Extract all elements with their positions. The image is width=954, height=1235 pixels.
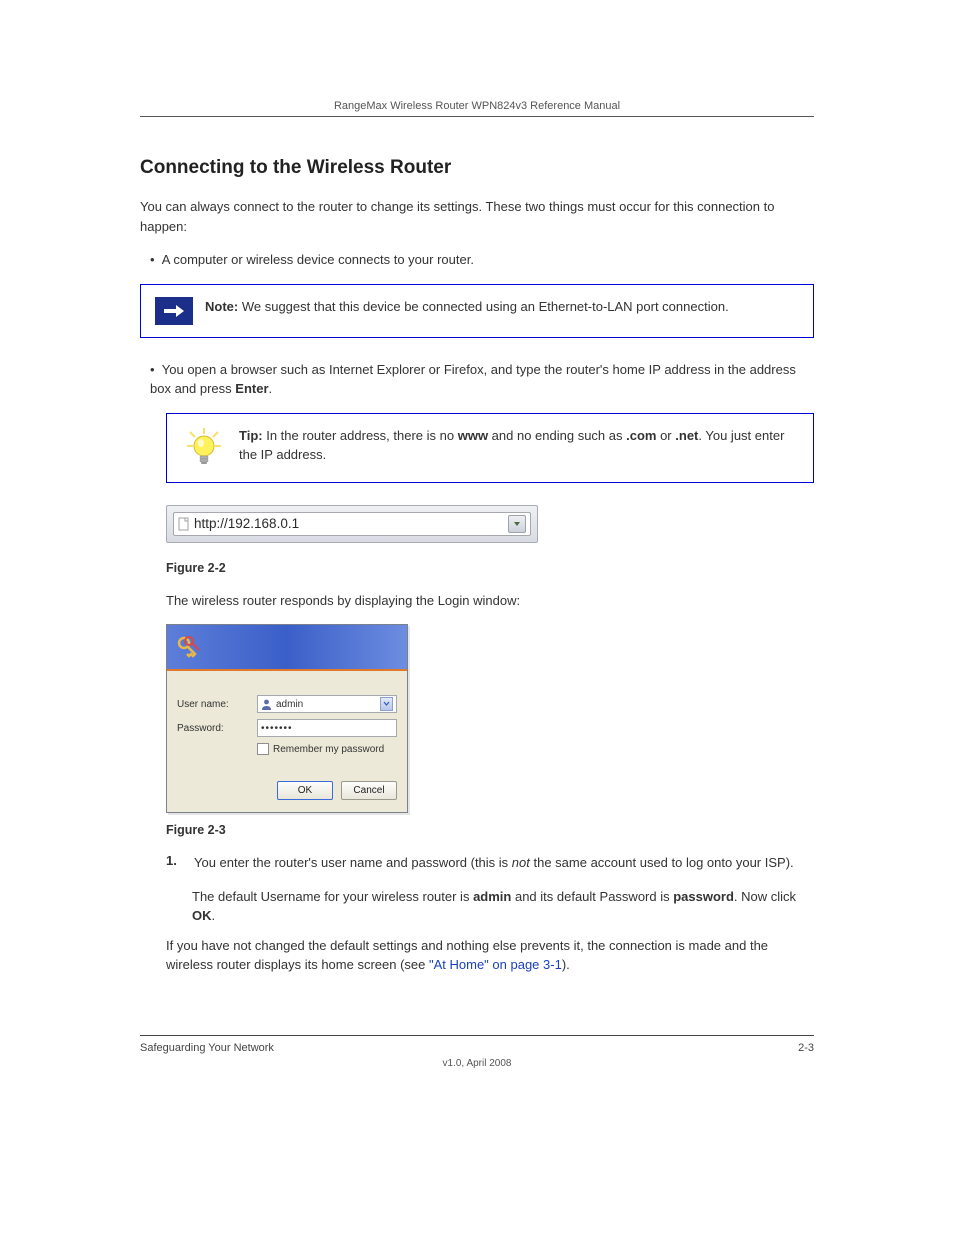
footer-version: v1.0, April 2008 xyxy=(140,1058,814,1069)
tip-text: Tip: In the router address, there is no … xyxy=(239,426,799,465)
user-icon xyxy=(261,698,272,710)
intro-paragraph: You can always connect to the router to … xyxy=(140,197,814,236)
note-text: Note: We suggest that this device be con… xyxy=(205,297,729,317)
url-input[interactable]: http://192.168.0.1 xyxy=(173,512,531,536)
username-label: User name: xyxy=(177,699,257,710)
lightbulb-icon xyxy=(181,426,227,470)
bullet-1: • A computer or wireless device connects… xyxy=(150,250,814,270)
dropdown-icon[interactable] xyxy=(508,515,526,533)
cancel-button[interactable]: Cancel xyxy=(341,781,397,800)
section-heading: Connecting to the Wireless Router xyxy=(140,157,814,179)
tip-box: Tip: In the router address, there is no … xyxy=(166,413,814,483)
after-figure1-text: The wireless router responds by displayi… xyxy=(166,591,814,611)
page-icon xyxy=(178,517,190,531)
password-label: Password: xyxy=(177,723,257,734)
password-value: ••••••• xyxy=(261,723,293,734)
username-value: admin xyxy=(272,699,380,710)
step-1-text: You enter the router's user name and pas… xyxy=(194,853,814,873)
page-footer: Safeguarding Your Network 2-3 xyxy=(140,1035,814,1054)
bullet-2: • You open a browser such as Internet Ex… xyxy=(150,360,814,399)
running-header: RangeMax Wireless Router WPN824v3 Refere… xyxy=(140,100,814,112)
footer-right: 2-3 xyxy=(798,1042,814,1054)
remember-checkbox[interactable] xyxy=(257,743,269,755)
figure-1-caption: Figure 2-2 xyxy=(166,561,814,575)
cross-reference-link[interactable]: "At Home" on page 3-1 xyxy=(429,957,562,972)
login-dialog-header xyxy=(167,625,407,669)
closing-paragraph: If you have not changed the default sett… xyxy=(166,936,814,975)
keys-icon xyxy=(175,633,203,661)
remember-label: Remember my password xyxy=(273,744,384,755)
step-1a-text: The default Username for your wireless r… xyxy=(192,887,814,926)
ok-button[interactable]: OK xyxy=(277,781,333,800)
footer-left: Safeguarding Your Network xyxy=(140,1042,274,1054)
username-input[interactable]: admin xyxy=(257,695,397,713)
login-dialog: User name: admin Password: ••••••• Remem… xyxy=(166,624,408,813)
figure-2-caption: Figure 2-3 xyxy=(166,823,814,837)
address-bar-figure: http://192.168.0.1 xyxy=(166,505,814,543)
chevron-down-icon[interactable] xyxy=(380,697,393,711)
url-text: http://192.168.0.1 xyxy=(190,516,506,531)
password-input[interactable]: ••••••• xyxy=(257,719,397,737)
arrow-icon xyxy=(155,297,193,325)
note-box: Note: We suggest that this device be con… xyxy=(140,284,814,338)
step-number: 1. xyxy=(166,853,184,873)
